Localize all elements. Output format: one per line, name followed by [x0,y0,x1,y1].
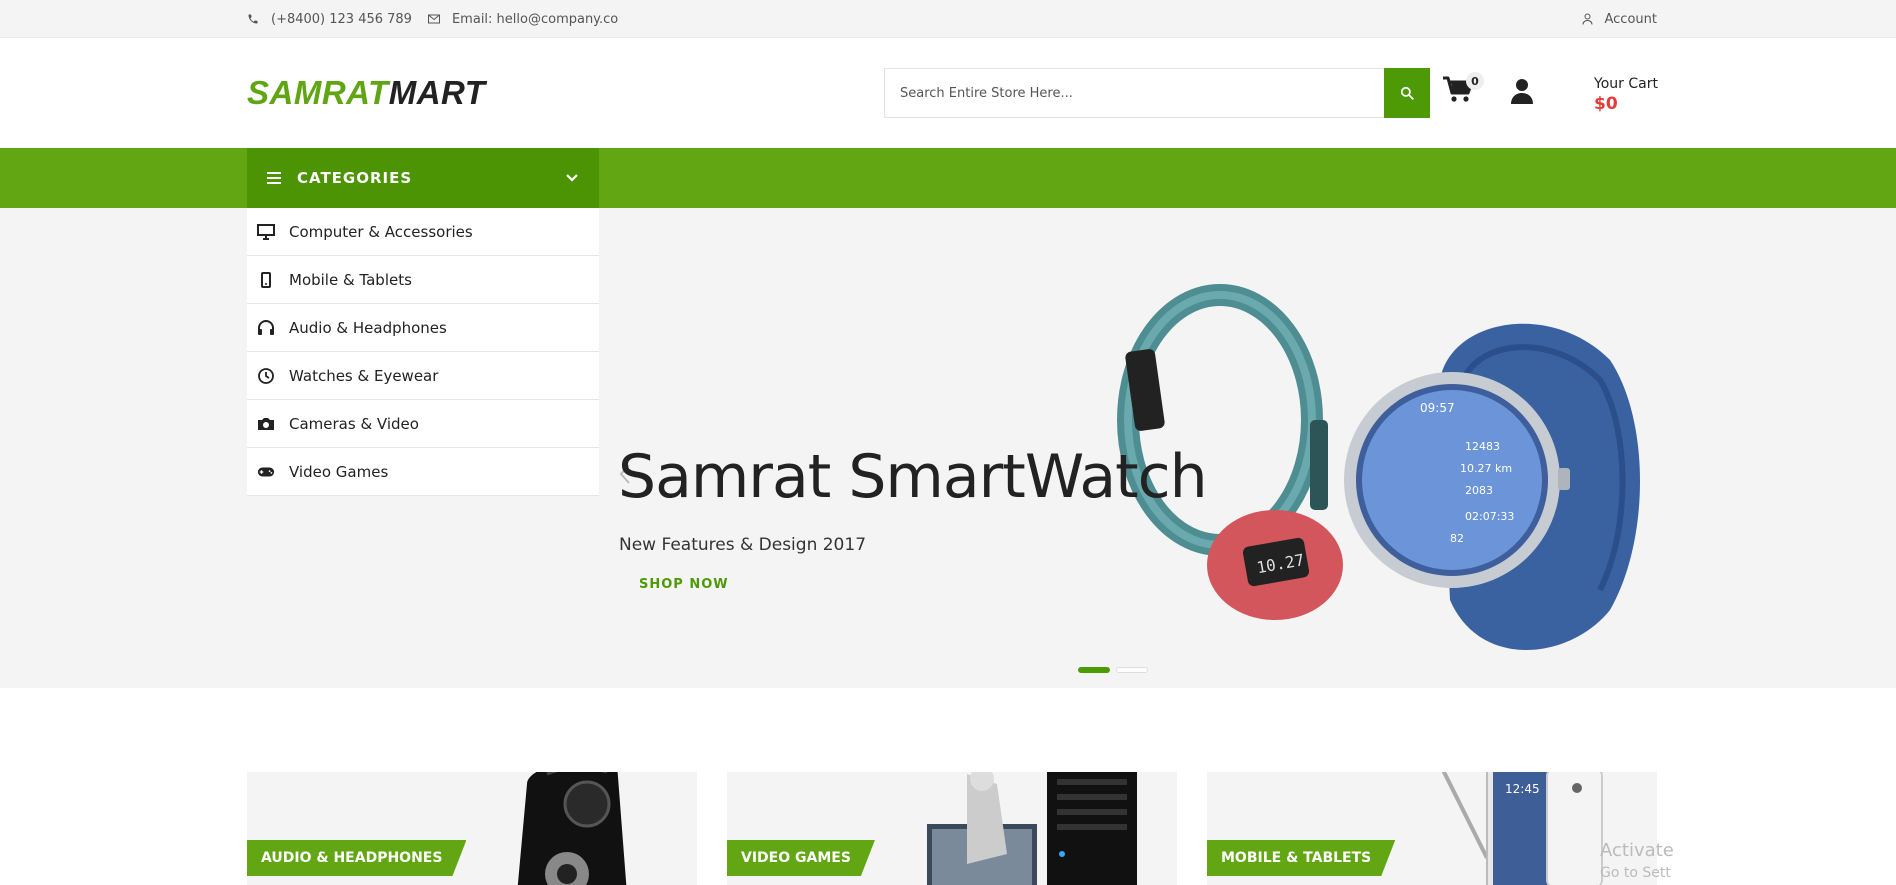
account-link[interactable]: Account [1582,11,1658,27]
search-bar [884,68,1430,118]
svg-text:82: 82 [1450,532,1464,545]
svg-text:09:57: 09:57 [1420,401,1455,415]
svg-text:2083: 2083 [1465,484,1493,497]
user-icon [1511,79,1533,104]
category-item-audio[interactable]: Audio & Headphones [247,304,599,352]
cart-label: Your Cart [1594,76,1658,92]
gamepad-icon [257,463,275,481]
banner-audio[interactable]: AUDIO & HEADPHONES [247,772,697,885]
shop-now-button[interactable]: SHOP NOW [639,577,729,592]
category-item-mobile[interactable]: Mobile & Tablets [247,256,599,304]
email-info: Email: hello@company.co [427,12,618,27]
svg-text:12:45: 12:45 [1505,782,1540,796]
cart-count-badge: 0 [1466,72,1484,90]
category-list: Computer & Accessories Mobile & Tablets … [247,208,599,496]
categories-label: CATEGORIES [297,169,413,187]
category-label: Video Games [289,462,389,481]
speaker-product-image [517,772,627,885]
site-logo[interactable]: SAMRATMART [247,74,485,112]
hero-subtitle: New Features & Design 2017 [619,535,867,555]
account-label: Account [1604,11,1658,27]
banner-tag: VIDEO GAMES [727,840,875,876]
menu-icon [267,172,281,184]
os-activation-watermark-sub: Go to Sett [1600,865,1671,881]
category-label: Computer & Accessories [289,222,473,241]
phone-text: (+8400) 123 456 789 [271,11,412,27]
user-outline-icon [1582,13,1592,25]
mobile-icon [257,271,275,289]
banner-mobile[interactable]: 12:45 MOBILE & TABLETS [1207,772,1657,885]
cart-amount: $0 [1594,94,1618,114]
svg-text:10.27 km: 10.27 km [1460,462,1512,475]
gaming-pc-product-image [927,772,1137,885]
email-text[interactable]: Email: hello@company.co [452,12,618,27]
search-input[interactable] [884,68,1384,118]
category-item-games[interactable]: Video Games [247,448,599,496]
svg-text:12483: 12483 [1465,440,1500,453]
category-label: Audio & Headphones [289,318,447,337]
cart-summary[interactable]: Your Cart $0 [1594,76,1658,114]
category-item-cameras[interactable]: Cameras & Video [247,400,599,448]
svg-text:02:07:33: 02:07:33 [1465,510,1514,523]
phone-info: (+8400) 123 456 789 [247,12,412,27]
category-label: Mobile & Tablets [289,270,412,289]
phone-icon [248,14,258,24]
banner-games[interactable]: VIDEO GAMES [727,772,1177,885]
camera-icon [257,415,275,433]
monitor-icon [257,223,275,241]
chevron-down-icon [566,174,578,182]
top-bar: (+8400) 123 456 789 Email: hello@company… [0,0,1896,38]
clock-icon [257,367,275,385]
slider-dot-1[interactable] [1078,667,1110,673]
os-activation-watermark: Activate [1600,840,1674,861]
category-item-watches[interactable]: Watches & Eyewear [247,352,599,400]
user-button[interactable] [1510,78,1534,108]
categories-toggle[interactable]: CATEGORIES [247,148,599,208]
category-item-computer[interactable]: Computer & Accessories [247,208,599,256]
main-navbar: CATEGORIES [0,148,1896,208]
envelope-icon [427,14,440,24]
logo-part2: MART [388,74,486,111]
smartphone-product-image: 12:45 [1441,772,1603,885]
search-icon [1400,86,1414,100]
logo-part1: SAMRAT [247,74,389,111]
banner-tag: MOBILE & TABLETS [1207,840,1395,876]
headphones-icon [257,319,275,337]
category-label: Cameras & Video [289,414,419,433]
hero-title: Samrat SmartWatch [618,442,1208,512]
search-button[interactable] [1384,68,1430,118]
category-label: Watches & Eyewear [289,366,439,385]
main-header: SAMRATMART 0 Your Cart $0 [0,38,1896,148]
banner-tag: AUDIO & HEADPHONES [247,840,466,876]
